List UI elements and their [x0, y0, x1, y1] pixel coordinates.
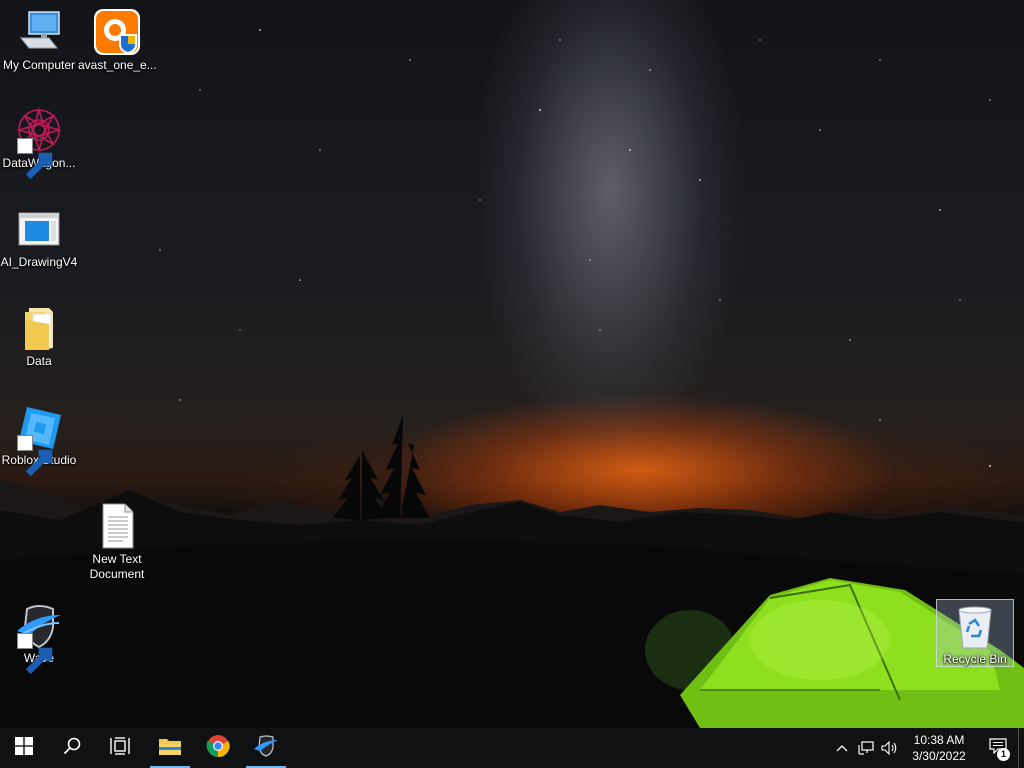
start-button[interactable] [0, 728, 48, 768]
task-view-button[interactable] [96, 728, 144, 768]
wallpaper [0, 29, 1024, 728]
desktop-icon-label: Recycle Bin [943, 652, 1007, 666]
avast-icon [93, 8, 141, 56]
roblox-studio-icon [15, 403, 63, 477]
desktop-icon-label: New Text Document [89, 552, 145, 581]
computer-icon [15, 8, 63, 56]
file-explorer-button[interactable] [146, 728, 194, 768]
desktop-icon-avast[interactable]: avast_one_e... [78, 8, 157, 73]
task-view-icon [110, 736, 130, 760]
desktop[interactable]: My Computer avast_one_e... DataWagon... … [0, 0, 1024, 728]
windows-logo-icon [15, 736, 33, 760]
desktop-icon-label: avast_one_e... [78, 58, 157, 72]
clock[interactable]: 10:38 AM 3/30/2022 [906, 732, 972, 764]
desktop-icon-recycle-bin[interactable]: Recycle Bin [936, 599, 1014, 667]
desktop-icon-label: AI_DrawingV4 [0, 255, 78, 269]
network-icon[interactable] [854, 728, 878, 768]
desktop-icon-label: Data [26, 354, 52, 368]
shortcut-arrow-icon [17, 138, 53, 180]
wave-icon [15, 601, 63, 675]
notification-count-badge: 1 [997, 748, 1010, 761]
show-desktop-button[interactable] [1018, 728, 1024, 768]
chrome-icon [206, 734, 230, 763]
desktop-icon-ai-drawing[interactable]: AI_DrawingV4 [0, 205, 78, 270]
recycle-bin-icon [951, 602, 999, 650]
desktop-icon-datawagon[interactable]: DataWagon... [0, 106, 78, 180]
chevron-up-icon[interactable] [830, 728, 854, 768]
datawagon-icon [15, 106, 63, 180]
taskbar: 10:38 AM 3/30/2022 1 [0, 728, 1024, 768]
desktop-icon-wave[interactable]: Wave [0, 601, 78, 675]
search-icon [63, 737, 81, 760]
window-app-icon [15, 205, 63, 253]
desktop-icon-label: My Computer [2, 58, 76, 72]
chrome-button[interactable] [194, 728, 242, 768]
wave-icon [253, 734, 279, 762]
clock-time: 10:38 AM [913, 733, 965, 747]
search-button[interactable] [48, 728, 96, 768]
text-document-icon [93, 502, 141, 550]
shortcut-arrow-icon [17, 435, 53, 477]
clock-date: 3/30/2022 [912, 749, 966, 763]
desktop-icon-roblox-studio[interactable]: Roblox Studio [0, 403, 78, 477]
system-tray: 10:38 AM 3/30/2022 1 [830, 728, 1024, 768]
desktop-icon-my-computer[interactable]: My Computer [0, 8, 78, 73]
folder-icon [15, 304, 63, 352]
notification-center-button[interactable]: 1 [978, 728, 1018, 768]
folder-icon [158, 736, 182, 761]
volume-icon[interactable] [878, 728, 902, 768]
desktop-icon-new-text-document[interactable]: New Text Document [78, 502, 156, 582]
wave-app-button[interactable] [242, 728, 290, 768]
shortcut-arrow-icon [17, 633, 53, 675]
desktop-icon-data-folder[interactable]: Data [0, 304, 78, 369]
